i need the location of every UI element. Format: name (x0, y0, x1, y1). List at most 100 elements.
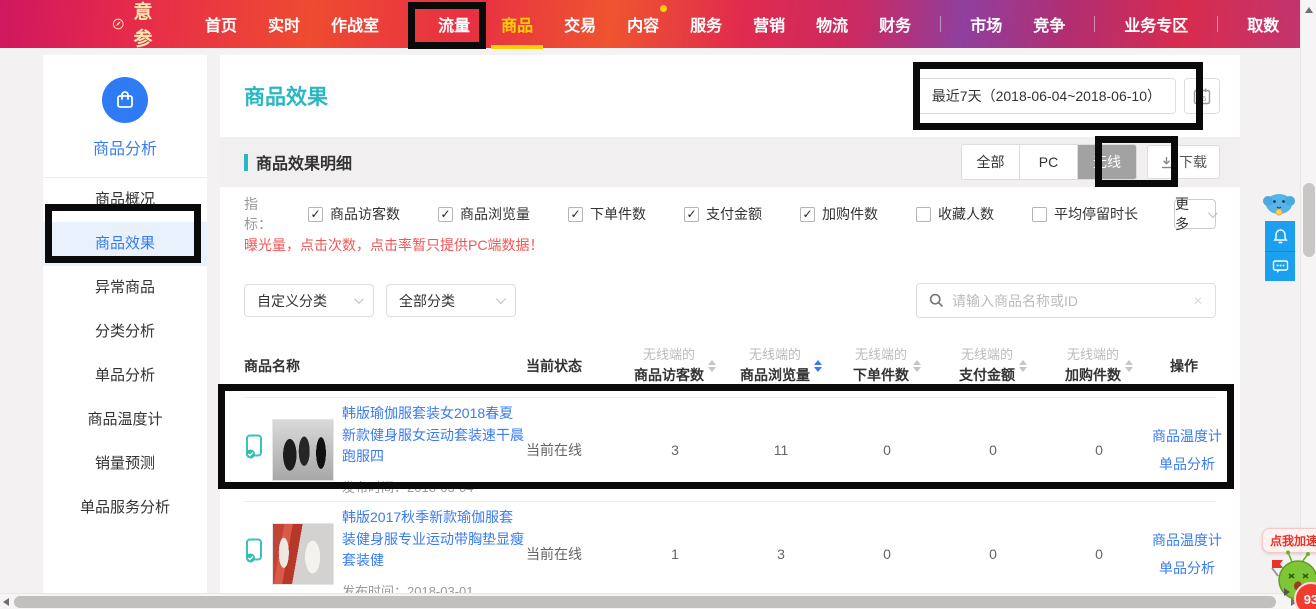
more-metrics-button[interactable]: 更多 (1174, 199, 1216, 229)
checkbox-unchecked-icon (916, 207, 931, 222)
checkbox-checked-icon: ✓ (800, 207, 815, 222)
product-name-cell: 韩版2017秋季新款瑜伽服套装健身服专业运动带胸垫显瘦套装健发布时间：2018-… (244, 507, 526, 600)
notification-dot (660, 5, 667, 12)
sort-down-icon (708, 367, 716, 372)
column-prefix: 无线端的 (855, 346, 907, 365)
sort-toggle-商品访客数[interactable] (708, 360, 716, 372)
sidebar-item-单品服务分析[interactable]: 单品服务分析 (43, 486, 207, 530)
product-title-link[interactable]: 韩版瑜伽服套装女2018春夏新款健身服女运动套装速干晨跑服四 (342, 403, 526, 468)
sidebar-item-异常商品[interactable]: 异常商品 (43, 266, 207, 310)
nav-item-交易[interactable]: 交易 (562, 0, 598, 49)
nav-item-物流[interactable]: 物流 (814, 0, 850, 49)
metric-checkbox-收藏人数[interactable]: 收藏人数 (916, 204, 994, 224)
chat-icon (1272, 258, 1289, 275)
table-body: 韩版瑜伽服套装女2018春夏新款健身服女运动套装速干晨跑服四发布时间：2018-… (244, 398, 1216, 606)
vertical-scroll-thumb[interactable] (1303, 183, 1315, 257)
sidebar-item-单品分析[interactable]: 单品分析 (43, 354, 207, 398)
column-header-下单件数: 无线端的下单件数 (853, 346, 921, 385)
action-link-商品温度计[interactable]: 商品温度计 (1152, 530, 1222, 550)
main-content: 商品效果 最近7天（2018-06-04~2018-06-10） 15 商品效果… (220, 55, 1240, 593)
nav-item-流量[interactable]: 流量 (436, 0, 472, 49)
nav-item-市场[interactable]: 市场 (968, 0, 1004, 49)
metric-value-1: 11 (774, 442, 789, 458)
search-input[interactable] (952, 293, 1185, 309)
mobile-device-icon (244, 538, 264, 569)
page-header: 商品效果 最近7天（2018-06-04~2018-06-10） 15 (220, 55, 1240, 137)
action-link-单品分析[interactable]: 单品分析 (1159, 558, 1215, 578)
sort-toggle-加购件数[interactable] (1125, 360, 1133, 372)
sort-toggle-商品浏览量[interactable] (814, 360, 822, 372)
horizontal-scrollbar[interactable] (0, 593, 1300, 609)
column-header-商品浏览量: 无线端的商品浏览量 (740, 346, 822, 385)
speedup-widget[interactable]: 点我加速 93 (1262, 528, 1316, 609)
column-prefix: 无线端的 (749, 346, 801, 365)
horizontal-scroll-thumb[interactable] (14, 596, 1276, 608)
nav-item-内容[interactable]: 内容 (625, 0, 661, 49)
nav-item-业务专区[interactable]: 业务专区 (1122, 0, 1190, 49)
sort-up-icon (814, 360, 822, 365)
nav-item-财务[interactable]: 财务 (877, 0, 913, 49)
nav-item-商品[interactable]: 商品 (499, 0, 535, 49)
metric-checkbox-支付金额[interactable]: ✓支付金额 (684, 204, 762, 224)
sort-toggle-下单件数[interactable] (913, 360, 921, 372)
nav-item-服务[interactable]: 服务 (688, 0, 724, 49)
sidebar-item-分类分析[interactable]: 分类分析 (43, 310, 207, 354)
metric-checkbox-平均停留时长[interactable]: 平均停留时长 (1032, 204, 1138, 224)
nav-item-取数[interactable]: 取数 (1245, 0, 1281, 49)
alerts-button[interactable] (1265, 221, 1295, 251)
tab-全部[interactable]: 全部 (962, 145, 1020, 179)
date-range-picker[interactable]: 最近7天（2018-06-04~2018-06-10） (917, 78, 1176, 114)
column-label: 支付金额 (959, 365, 1015, 385)
metric-checkbox-加购件数[interactable]: ✓加购件数 (800, 204, 878, 224)
vertical-scrollbar[interactable] (1300, 0, 1316, 593)
metric-filter-row: 指标： ✓商品访客数✓商品浏览量✓下单件数✓支付金额✓加购件数收藏人数平均停留时… (244, 201, 1216, 227)
metric-checkbox-商品浏览量[interactable]: ✓商品浏览量 (438, 204, 530, 224)
nav-item-实时[interactable]: 实时 (266, 0, 302, 49)
all-category-select[interactable]: 全部分类 (386, 284, 516, 317)
metric-checkbox-商品访客数[interactable]: ✓商品访客数 (308, 204, 400, 224)
sidebar: 商品分析 商品概况商品效果异常商品分类分析单品分析商品温度计销量预测单品服务分析 (43, 55, 207, 593)
metric-value-2: 0 (883, 546, 891, 562)
scroll-up-arrow[interactable] (1305, 7, 1313, 13)
download-label: 下载 (1179, 152, 1207, 172)
product-title-link[interactable]: 韩版2017秋季新款瑜伽服套装健身服专业运动带胸垫显瘦套装健 (342, 507, 526, 572)
action-link-商品温度计[interactable]: 商品温度计 (1152, 426, 1222, 446)
tab-无线[interactable]: 无线 (1078, 145, 1136, 179)
sidebar-item-销量预测[interactable]: 销量预测 (43, 442, 207, 486)
clear-search-icon[interactable]: ✕ (1193, 294, 1203, 308)
metric-value-3: 0 (989, 546, 997, 562)
sort-down-icon (814, 367, 822, 372)
calendar-button[interactable]: 15 (1184, 78, 1220, 114)
nav-item-营销[interactable]: 营销 (751, 0, 787, 49)
nav-item-作战室[interactable]: 作战室 (329, 0, 381, 49)
publish-date: 发布时间：2018-03-04 (342, 477, 526, 496)
actions-cell: 商品温度计单品分析 (1152, 530, 1222, 578)
actions-cell: 商品温度计单品分析 (1152, 426, 1222, 474)
page-title: 商品效果 (244, 81, 328, 111)
metric-checkbox-下单件数[interactable]: ✓下单件数 (568, 204, 646, 224)
column-prefix: 无线端的 (643, 346, 695, 365)
metric-value-2: 0 (883, 442, 891, 458)
status-value: 当前在线 (526, 440, 622, 460)
product-thumbnail[interactable] (272, 419, 334, 481)
product-analysis-icon (102, 77, 148, 123)
nav-item-首页[interactable]: 首页 (203, 0, 239, 49)
chevron-down-icon (1208, 208, 1218, 218)
svg-text:15: 15 (1198, 94, 1206, 103)
sidebar-item-商品概况[interactable]: 商品概况 (43, 178, 207, 222)
custom-category-select[interactable]: 自定义分类 (244, 284, 374, 317)
action-link-单品分析[interactable]: 单品分析 (1159, 454, 1215, 474)
column-label: 商品访客数 (634, 365, 704, 385)
sidebar-item-商品效果[interactable]: 商品效果 (43, 222, 207, 266)
column-header-商品名称: 商品名称 (244, 356, 526, 376)
tab-PC[interactable]: PC (1020, 145, 1078, 179)
play-icon (1284, 588, 1290, 596)
nav-item-竞争[interactable]: 竞争 (1031, 0, 1067, 49)
scroll-left-arrow[interactable] (3, 598, 9, 606)
product-thumbnail[interactable] (272, 523, 334, 585)
nav-separator (940, 16, 941, 32)
sort-toggle-支付金额[interactable] (1019, 360, 1027, 372)
sidebar-item-商品温度计[interactable]: 商品温度计 (43, 398, 207, 442)
feedback-button[interactable] (1265, 251, 1295, 281)
download-button[interactable]: 下载 (1147, 145, 1220, 179)
